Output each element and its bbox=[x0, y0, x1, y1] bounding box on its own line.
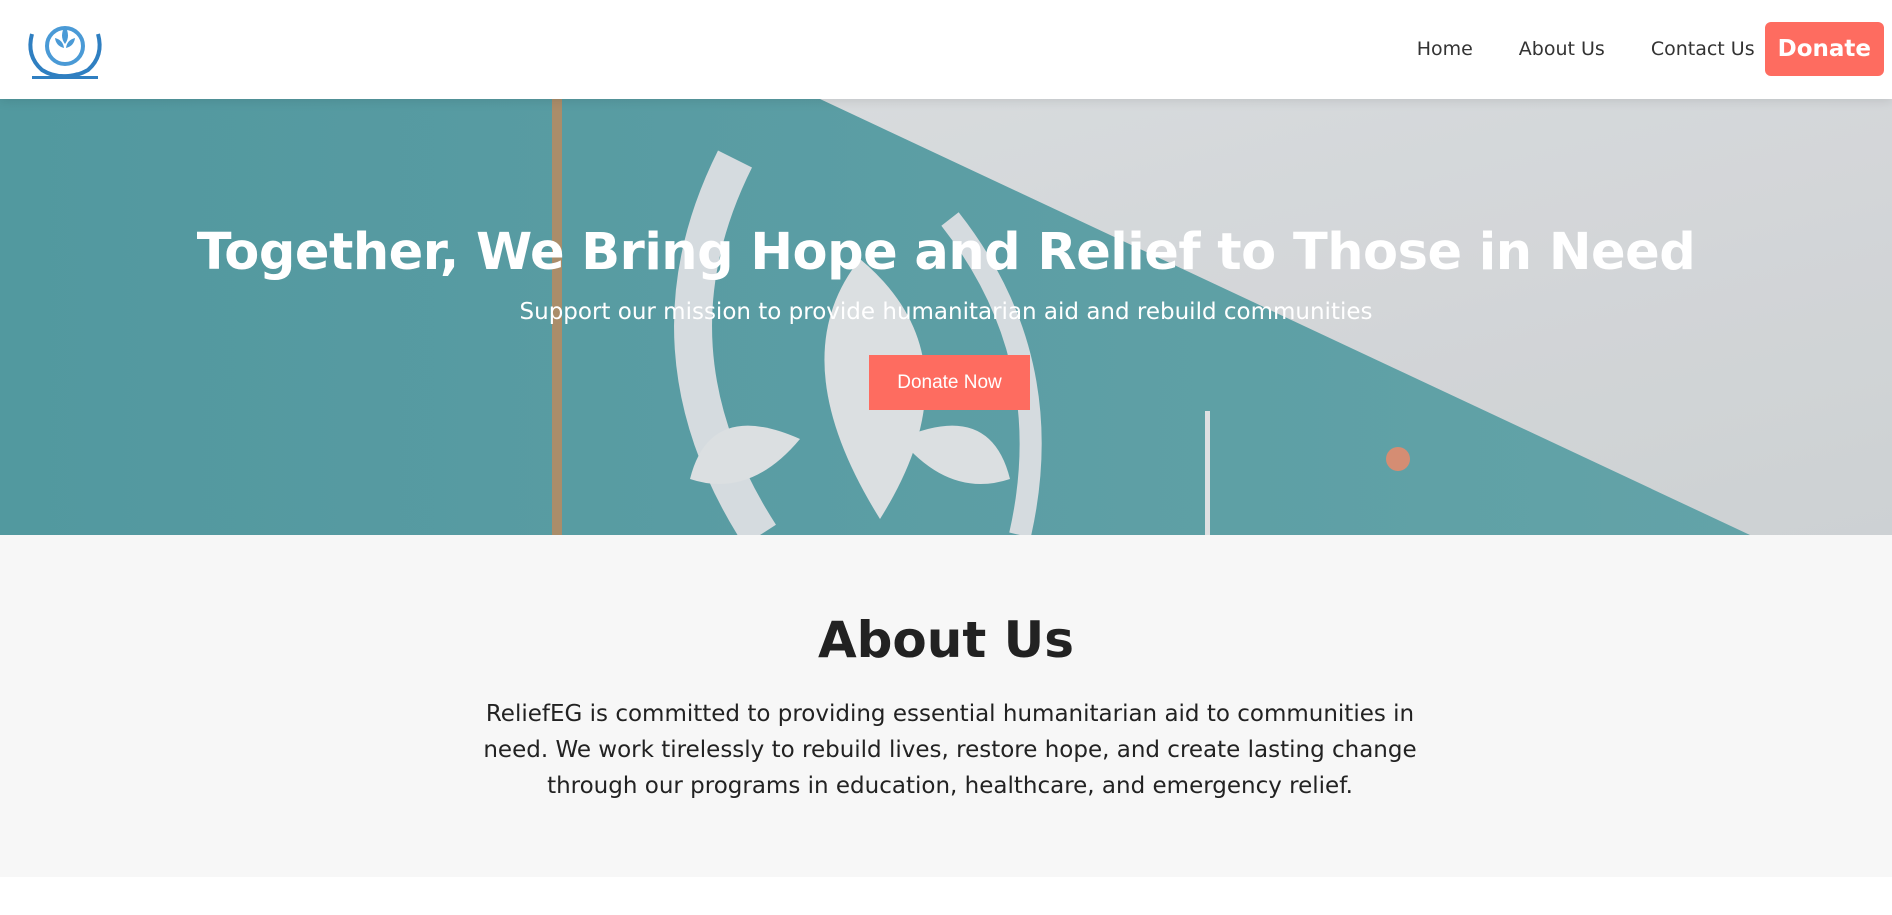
hero-content: Together, We Bring Hope and Relief to Th… bbox=[0, 99, 1892, 535]
nav-donate-button[interactable]: Donate bbox=[1764, 22, 1884, 76]
about-text: ReliefEG is committed to providing essen… bbox=[483, 701, 1417, 799]
nav-contact[interactable]: Contact Us bbox=[1651, 38, 1755, 60]
main-nav: Home About Us Contact Us Donate bbox=[1417, 22, 1884, 76]
about-section: About Us ReliefEG is committed to provid… bbox=[0, 535, 1892, 877]
logo[interactable] bbox=[22, 14, 108, 84]
about-title: About Us bbox=[817, 611, 1075, 669]
hero-title: Together, We Bring Hope and Relief to Th… bbox=[196, 223, 1696, 282]
nav-home[interactable]: Home bbox=[1417, 38, 1473, 60]
hero-section: Together, We Bring Hope and Relief to Th… bbox=[0, 99, 1892, 535]
nav-about[interactable]: About Us bbox=[1519, 38, 1605, 60]
site-header: Home About Us Contact Us Donate bbox=[0, 0, 1892, 99]
relief-org-emblem-icon bbox=[28, 26, 102, 79]
page-bottom bbox=[0, 877, 1892, 915]
donate-now-button[interactable]: Donate Now bbox=[869, 355, 1030, 410]
hero-subtitle: Support our mission to provide humanitar… bbox=[519, 299, 1373, 325]
